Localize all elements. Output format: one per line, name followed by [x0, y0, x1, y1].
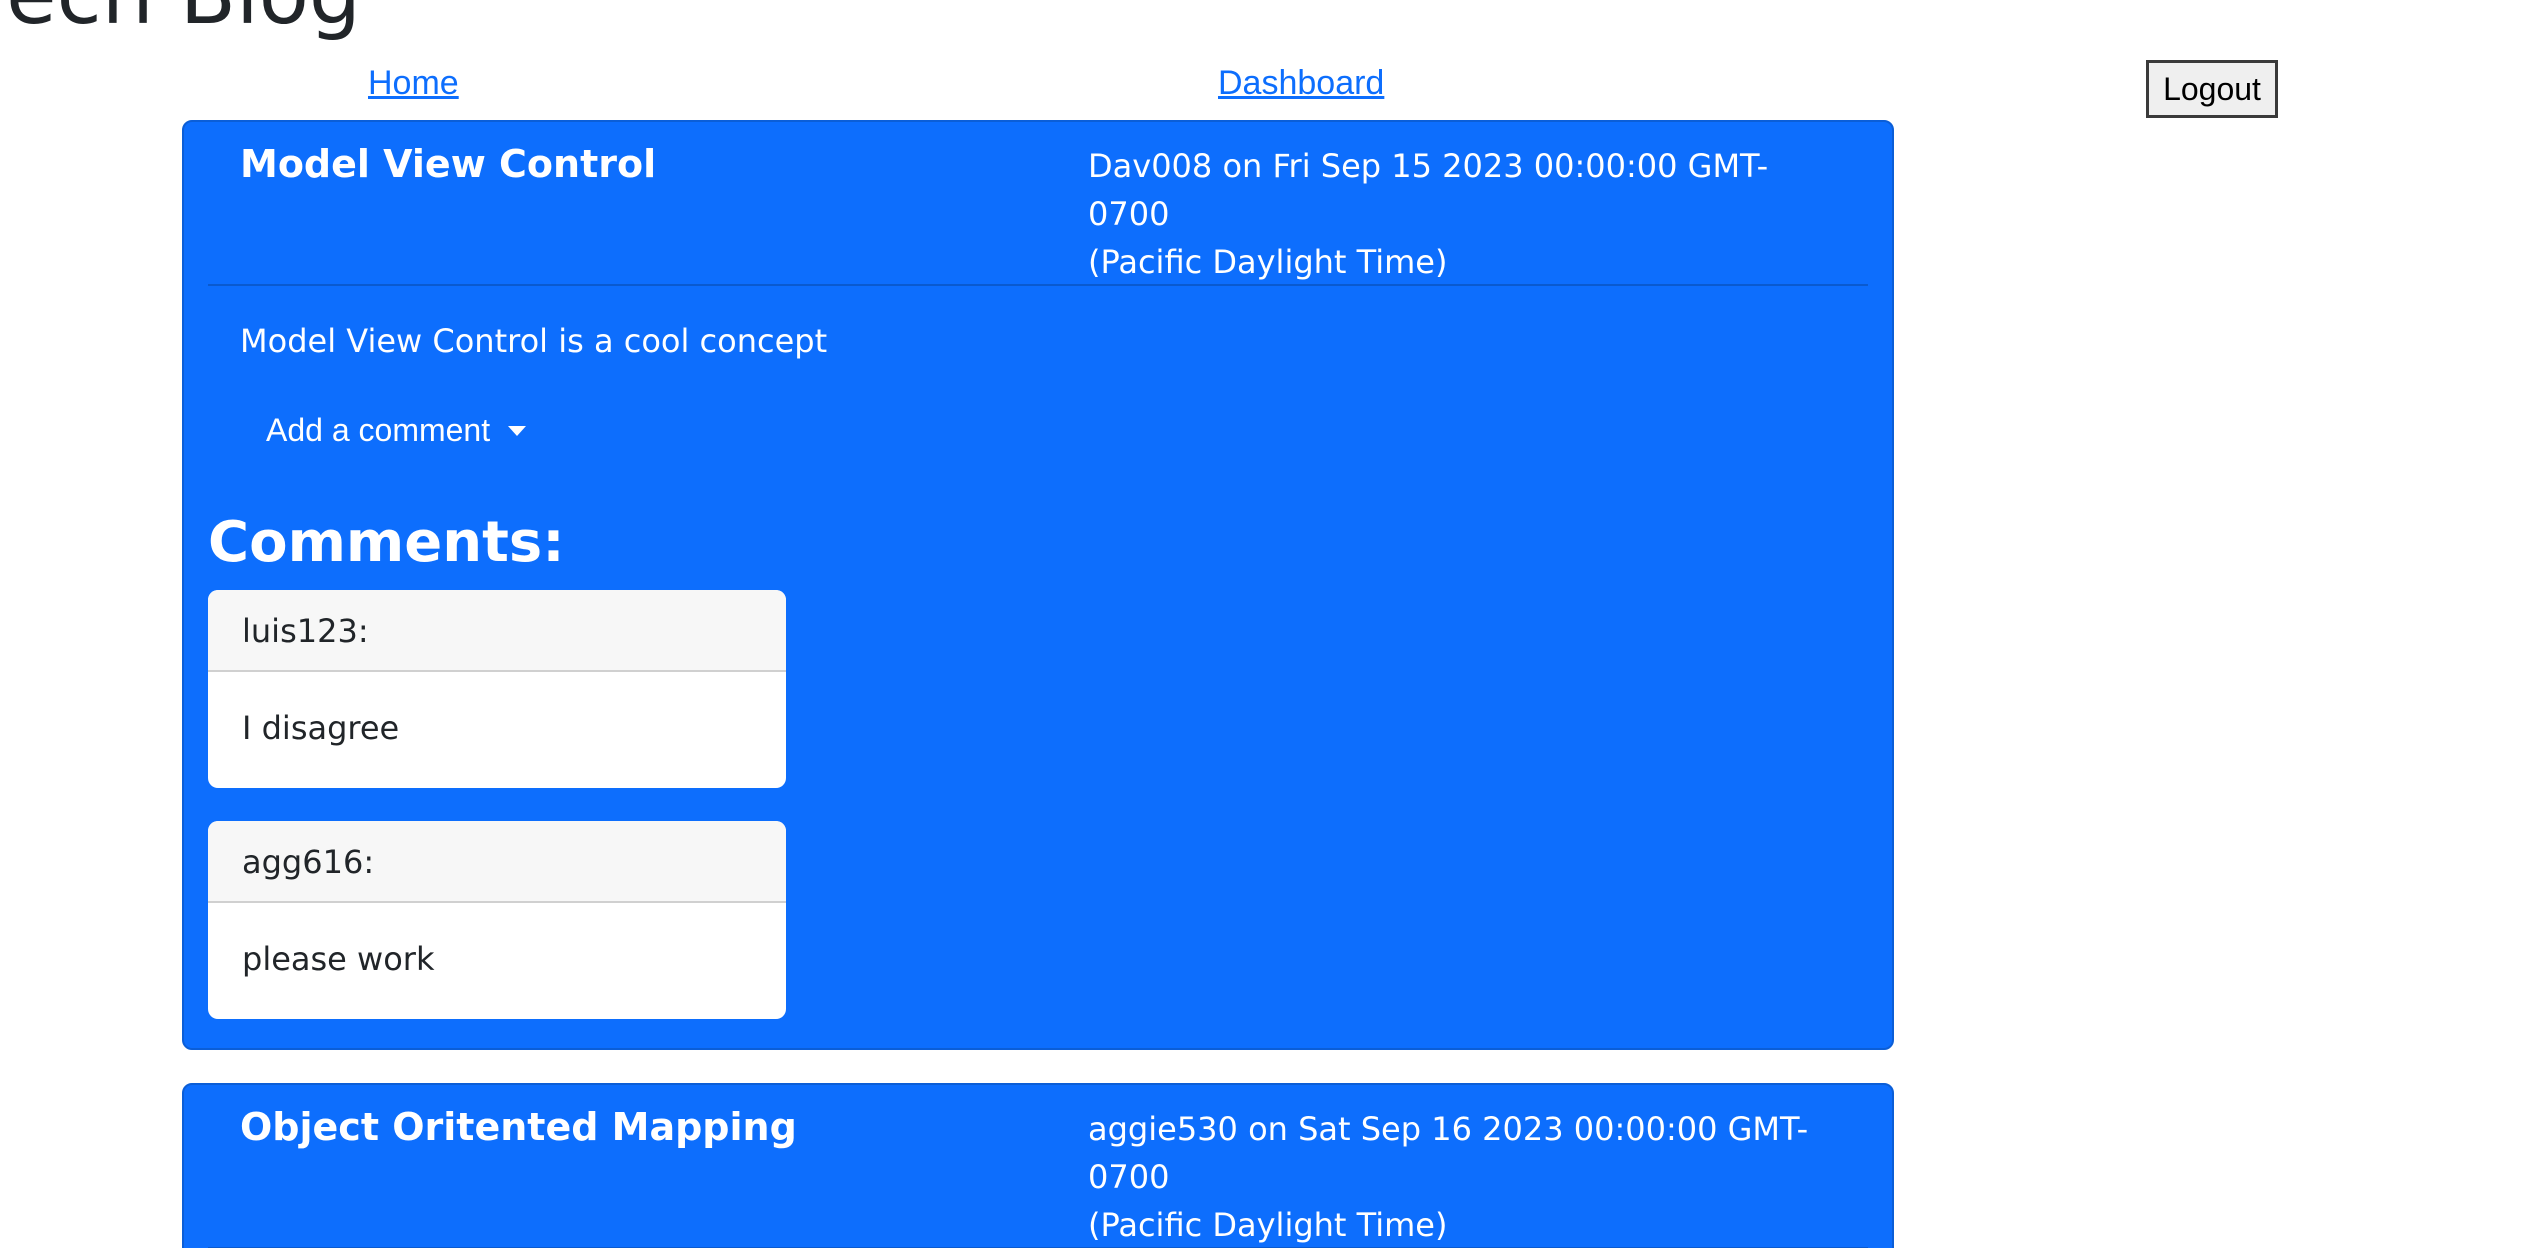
site-title: Tech Blog	[0, 0, 361, 43]
add-comment-toggle[interactable]: Add a comment	[266, 412, 527, 449]
post-title[interactable]: Object Oritented Mapping	[240, 1105, 797, 1149]
post-meta: Dav008 on Fri Sep 15 2023 00:00:00 GMT-0…	[1088, 142, 1848, 286]
nav-home-link[interactable]: Home	[368, 64, 459, 103]
caret-down-icon	[508, 425, 527, 436]
comment-card: agg616: please work	[208, 821, 786, 1019]
nav-dashboard-link[interactable]: Dashboard	[1218, 64, 1384, 103]
add-comment-label: Add a comment	[266, 412, 491, 448]
comment-author: luis123:	[208, 590, 786, 672]
comments-heading: Comments:	[208, 510, 565, 575]
post-card: Object Oritented Mapping aggie530 on Sat…	[182, 1083, 1894, 1248]
post-header: Model View Control Dav008 on Fri Sep 15 …	[208, 122, 1868, 286]
post-meta-line: (Pacific Daylight Time)	[1088, 243, 1448, 281]
post-title[interactable]: Model View Control	[240, 142, 656, 186]
comment-text: please work	[242, 940, 435, 978]
comment-text: I disagree	[242, 709, 400, 747]
comment-author: agg616:	[208, 821, 786, 903]
logout-button[interactable]: Logout	[2146, 60, 2278, 118]
post-body: Model View Control is a cool concept	[240, 322, 828, 360]
comment-card: luis123: I disagree	[208, 590, 786, 788]
post-meta-line: Dav008 on Fri Sep 15 2023 00:00:00 GMT-0…	[1088, 147, 1769, 233]
post-meta-line: (Pacific Daylight Time)	[1088, 1206, 1448, 1244]
post-header: Object Oritented Mapping aggie530 on Sat…	[208, 1085, 1868, 1248]
post-card: Model View Control Dav008 on Fri Sep 15 …	[182, 120, 1894, 1050]
post-meta-line: aggie530 on Sat Sep 16 2023 00:00:00 GMT…	[1088, 1110, 1809, 1196]
post-meta: aggie530 on Sat Sep 16 2023 00:00:00 GMT…	[1088, 1105, 1848, 1248]
